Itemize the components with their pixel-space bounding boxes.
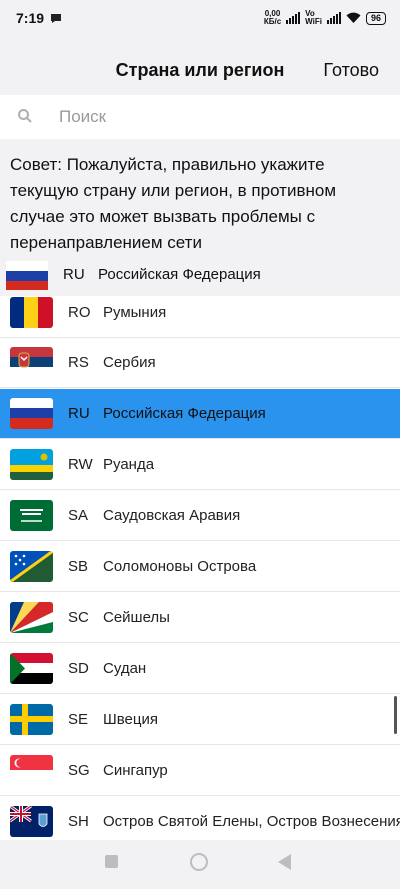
country-code: SE <box>68 711 89 728</box>
list-item-ro[interactable]: RO Румыния <box>0 296 400 338</box>
current-name: Российская Федерация <box>98 266 261 283</box>
flag-sh-icon <box>10 806 53 837</box>
flag-ru-icon <box>6 261 48 290</box>
list-item-rw[interactable]: RW Руанда <box>0 440 400 490</box>
scrollbar[interactable] <box>394 696 397 734</box>
back-icon[interactable] <box>278 854 291 870</box>
country-name: Сингапур <box>103 762 168 779</box>
list-item-sa[interactable]: SA Саудовская Аравия <box>0 491 400 541</box>
list-item-sg[interactable]: SG Сингапур <box>0 746 400 796</box>
clock: 7:19 <box>16 10 45 26</box>
country-name: Остров Святой Елены, Остров Вознесения <box>103 813 400 830</box>
flag-sg-icon <box>10 755 53 786</box>
list-item-sb[interactable]: SB Соломоновы Острова <box>0 542 400 592</box>
country-code: RW <box>68 456 93 473</box>
country-name: Румыния <box>103 304 167 321</box>
home-icon[interactable] <box>190 853 208 871</box>
search-input[interactable]: Поиск <box>59 107 106 127</box>
flag-sb-icon <box>10 551 53 582</box>
search-icon <box>18 109 32 123</box>
list-item-ru[interactable]: RU Российская Федерация <box>0 389 400 439</box>
flag-sa-icon <box>10 500 53 531</box>
country-code: RS <box>68 354 89 371</box>
network-speed: 0,00 КБ/с <box>263 9 282 26</box>
country-name: Руанда <box>103 456 155 473</box>
country-list[interactable]: RO Румыния RS Сербия RU Российская Федер… <box>0 296 400 840</box>
country-code: SA <box>68 507 89 524</box>
country-code: SB <box>68 558 89 575</box>
country-code: RU <box>68 405 90 422</box>
flag-sd-icon <box>10 653 53 684</box>
country-name: Швеция <box>103 711 158 728</box>
country-code: SH <box>68 813 89 830</box>
flag-rs-icon <box>10 347 53 378</box>
country-name: Сейшелы <box>103 609 170 626</box>
country-name: Российская Федерация <box>103 405 266 422</box>
status-bar: 7:19 0,00 КБ/с Vo WiFi 96 <box>0 0 400 36</box>
vowifi-label: Vo WiFi <box>305 9 322 26</box>
flag-se-icon <box>10 704 53 735</box>
flag-ru-icon <box>10 398 53 429</box>
list-item-se[interactable]: SE Швеция <box>0 695 400 745</box>
tip-text: Совет: Пожалуйста, правильно укажите тек… <box>10 155 337 252</box>
chat-notification-icon <box>51 13 62 23</box>
country-name: Сербия <box>103 354 156 371</box>
current-code: RU <box>63 266 85 283</box>
country-name: Саудовская Аравия <box>103 507 241 524</box>
country-code: SG <box>68 762 90 779</box>
header: Страна или регион Готово <box>0 50 400 92</box>
wifi-icon <box>346 12 361 23</box>
country-code: SD <box>68 660 89 677</box>
country-code: RO <box>68 304 91 321</box>
list-item-sc[interactable]: SC Сейшелы <box>0 593 400 643</box>
done-button[interactable]: Готово <box>323 60 379 81</box>
battery-icon: 96 <box>365 11 386 25</box>
list-item-rs[interactable]: RS Сербия <box>0 338 400 388</box>
signal-icon-2 <box>326 12 341 24</box>
country-name: Судан <box>103 660 147 677</box>
country-name: Соломоновы Острова <box>103 558 257 575</box>
flag-sc-icon <box>10 602 53 633</box>
country-code: SC <box>68 609 89 626</box>
recent-apps-icon[interactable] <box>105 855 118 868</box>
current-region: RU Российская Федерация <box>0 255 400 295</box>
flag-ro-icon <box>10 297 53 328</box>
list-item-sd[interactable]: SD Судан <box>0 644 400 694</box>
flag-rw-icon <box>10 449 53 480</box>
list-item-sh[interactable]: SH Остров Святой Елены, Остров Вознесени… <box>0 797 400 840</box>
search-bar[interactable]: Поиск <box>0 95 400 139</box>
navigation-bar <box>0 840 400 889</box>
signal-icon <box>286 12 301 24</box>
